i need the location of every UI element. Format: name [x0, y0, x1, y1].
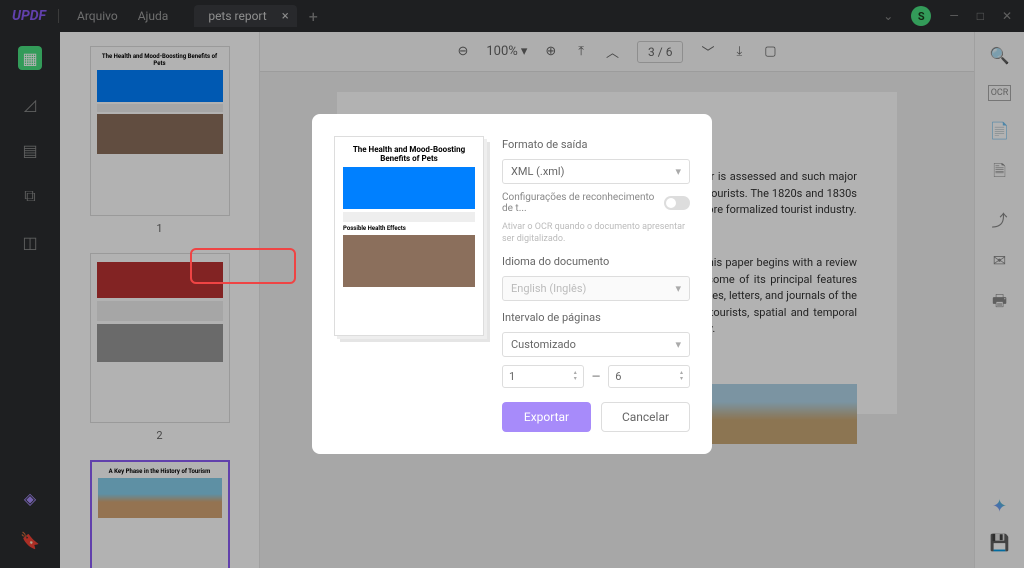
language-label: Idioma do documento — [502, 255, 690, 268]
range-to-input[interactable]: 6▴▾ — [608, 365, 690, 388]
modal-overlay: The Health and Mood-Boosting Benefits of… — [0, 0, 1024, 568]
range-from-input[interactable]: 1▴▾ — [502, 365, 584, 388]
dialog-preview-thumb: The Health and Mood-Boosting Benefits of… — [334, 136, 484, 336]
language-select[interactable]: English (Inglês) — [502, 276, 690, 301]
ocr-label: Configurações de reconhecimento de t... — [502, 192, 658, 214]
tutorial-highlight — [190, 248, 296, 284]
range-label: Intervalo de páginas — [502, 311, 690, 324]
cancel-button[interactable]: Cancelar — [601, 402, 690, 432]
format-label: Formato de saída — [502, 138, 690, 151]
format-select[interactable]: XML (.xml) — [502, 159, 690, 184]
export-button[interactable]: Exportar — [502, 402, 591, 432]
range-select[interactable]: Customizado — [502, 332, 690, 357]
ocr-toggle[interactable] — [664, 196, 690, 210]
export-dialog: The Health and Mood-Boosting Benefits of… — [312, 114, 712, 454]
ocr-hint: Ativar o OCR quando o documento apresent… — [502, 222, 690, 245]
